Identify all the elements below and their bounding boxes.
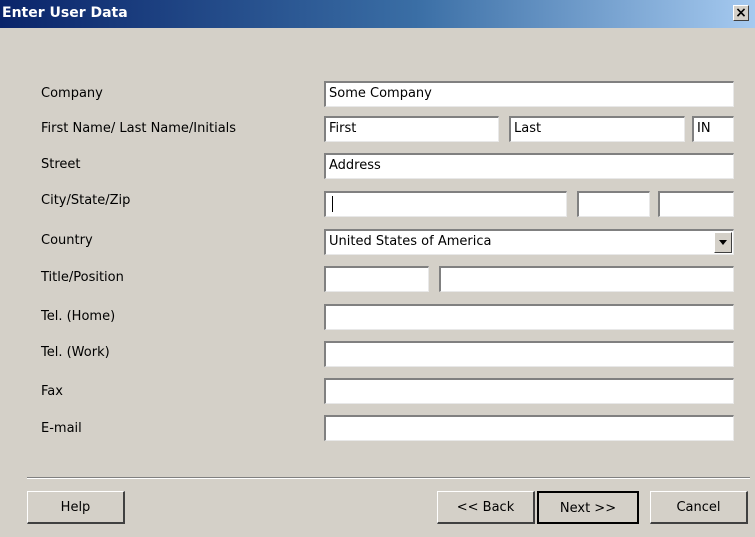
zip-field[interactable]	[658, 191, 734, 217]
dropdown-button[interactable]	[714, 232, 732, 253]
text-cursor	[332, 196, 333, 212]
email-field[interactable]	[324, 415, 734, 441]
city-field[interactable]	[324, 191, 567, 217]
initials-field[interactable]: IN	[692, 116, 734, 142]
window-title: Enter User Data	[2, 5, 128, 21]
chevron-down-icon	[719, 240, 727, 245]
fax-field[interactable]	[324, 378, 734, 404]
company-label: Company	[41, 86, 103, 101]
country-label: Country	[41, 233, 93, 248]
street-label: Street	[41, 157, 81, 172]
name-label: First Name/ Last Name/Initials	[41, 121, 237, 136]
back-button[interactable]: << Back	[437, 491, 535, 524]
first-name-field[interactable]: First	[324, 116, 499, 142]
cancel-button[interactable]: Cancel	[650, 491, 748, 524]
close-icon: ×	[735, 5, 747, 21]
position-field[interactable]	[439, 266, 734, 292]
tel-work-label: Tel. (Work)	[41, 345, 110, 360]
title-bar: Enter User Data ×	[0, 0, 755, 28]
country-dropdown[interactable]: United States of America	[324, 229, 734, 255]
fax-label: Fax	[41, 384, 63, 399]
next-button[interactable]: Next >>	[537, 491, 639, 524]
state-field[interactable]	[577, 191, 650, 217]
street-field[interactable]: Address	[324, 153, 734, 179]
title-position-label: Title/Position	[41, 270, 124, 285]
separator-highlight	[27, 478, 750, 479]
tel-home-field[interactable]	[324, 304, 734, 330]
close-button[interactable]: ×	[733, 5, 749, 21]
help-button[interactable]: Help	[27, 491, 125, 524]
email-label: E-mail	[41, 421, 82, 436]
title-field[interactable]	[324, 266, 429, 292]
tel-home-label: Tel. (Home)	[41, 309, 116, 324]
company-field[interactable]: Some Company	[324, 81, 734, 107]
last-name-field[interactable]: Last	[509, 116, 685, 142]
city-state-zip-label: City/State/Zip	[41, 193, 131, 208]
tel-work-field[interactable]	[324, 341, 734, 367]
